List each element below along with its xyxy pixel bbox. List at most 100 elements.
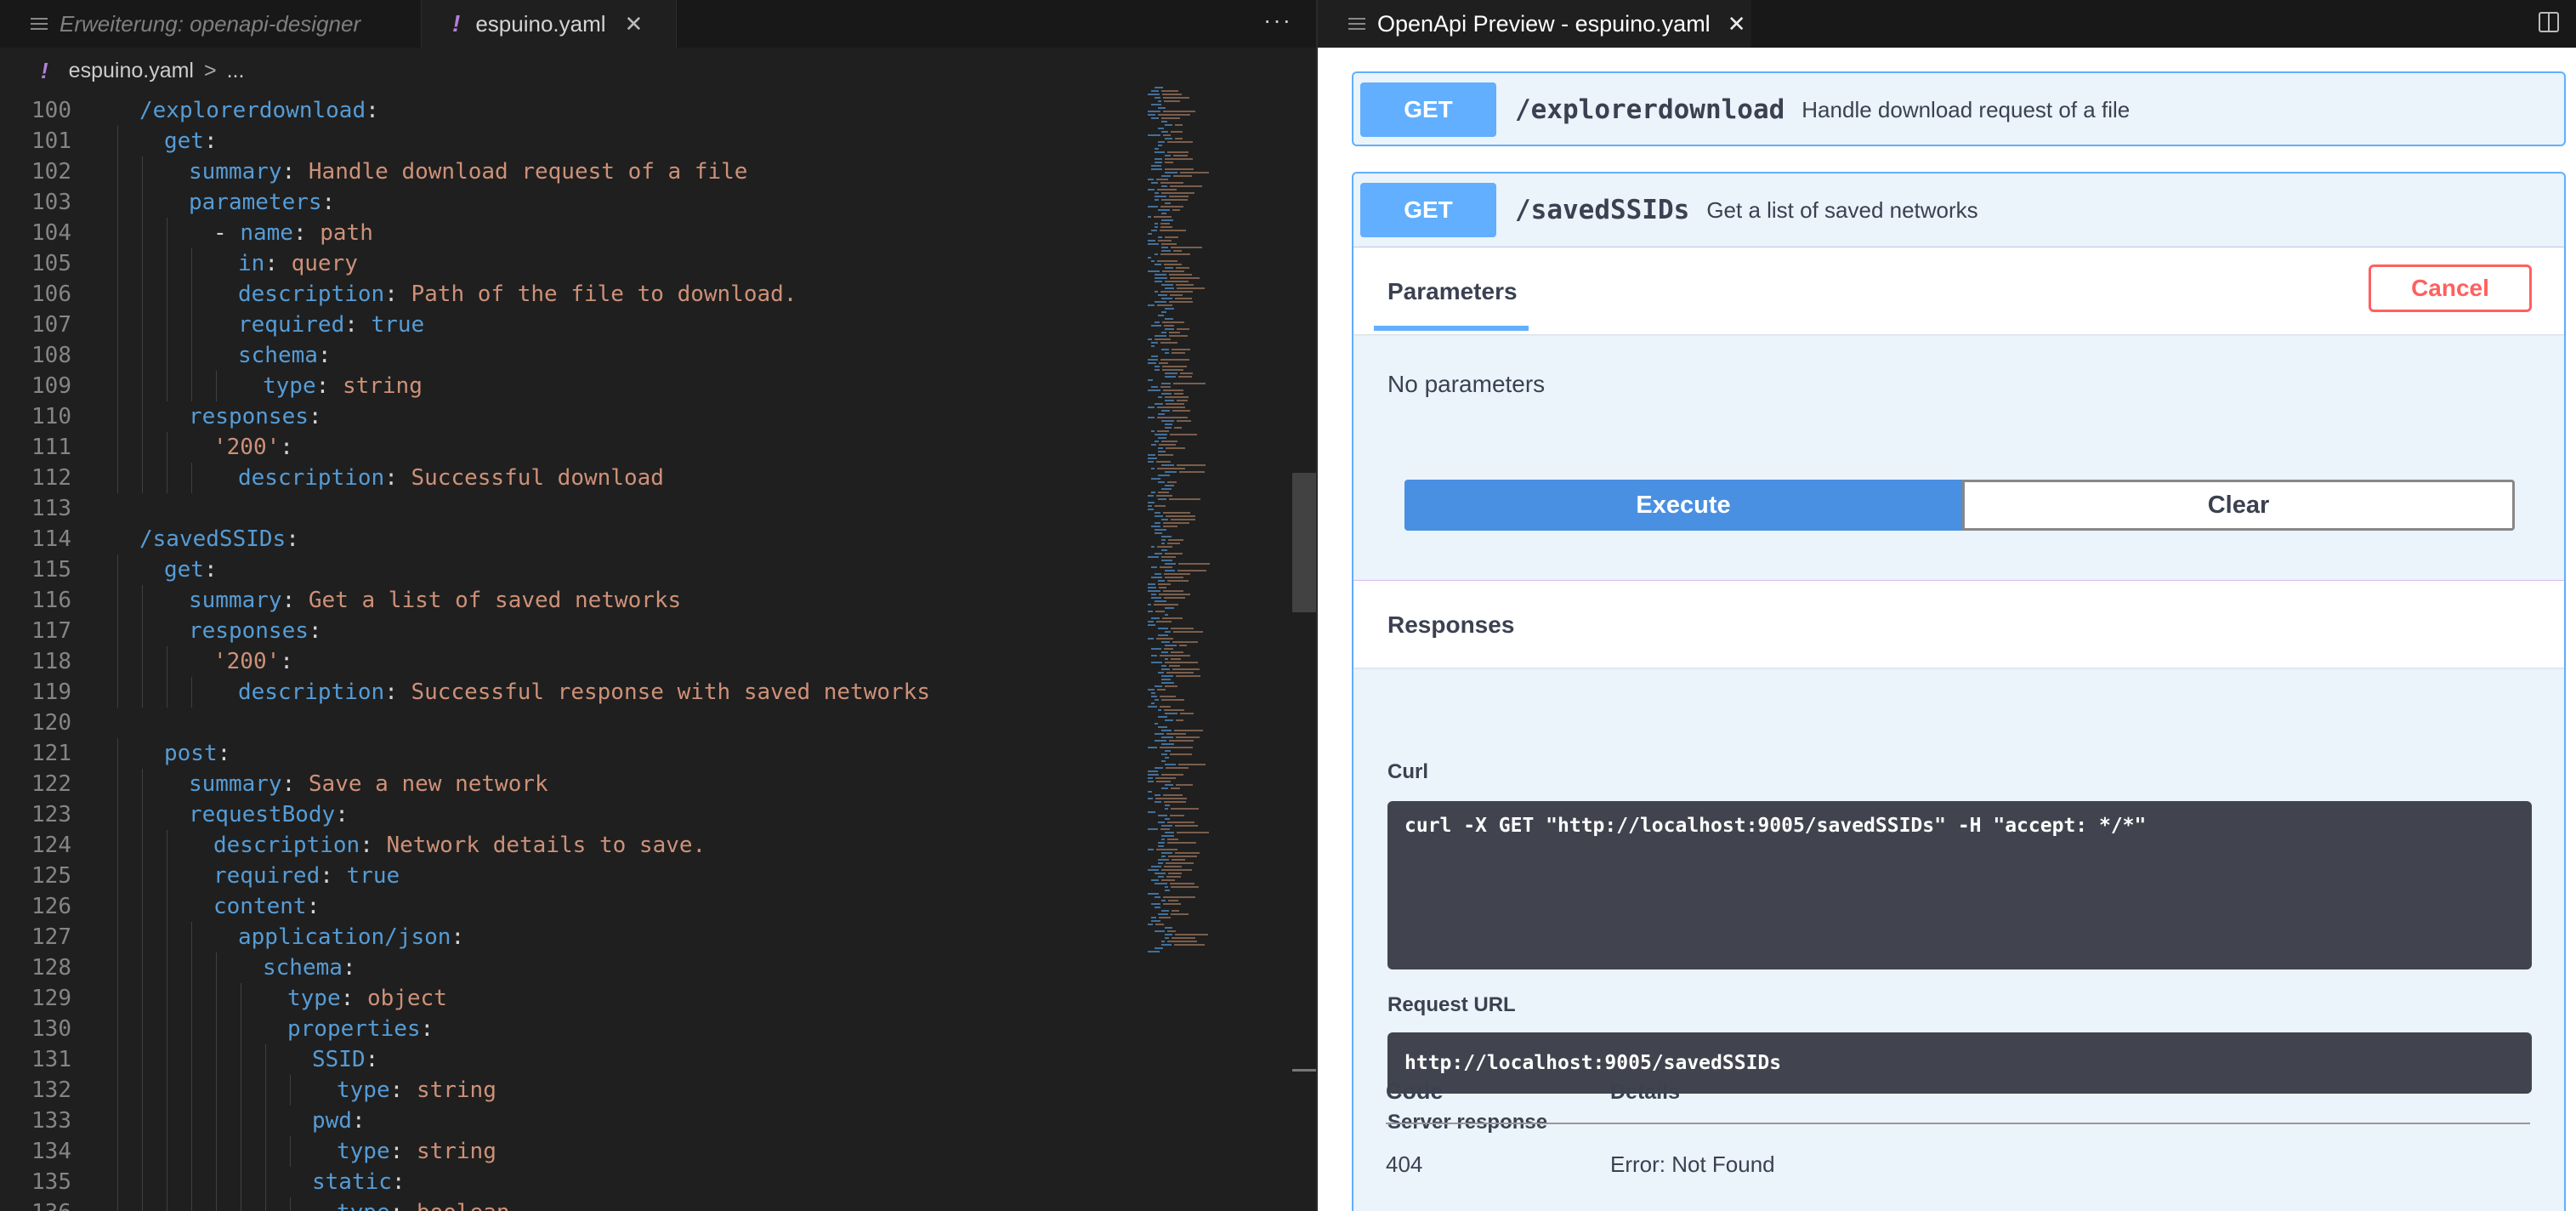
indent-guide <box>142 646 143 677</box>
indent-guide <box>265 1075 266 1106</box>
line-number: 134 <box>31 1139 71 1164</box>
breadcrumb-symbol[interactable]: ... <box>227 59 245 83</box>
request-url-label: Request URL <box>1387 993 1516 1016</box>
code-text: SSID: <box>312 1047 379 1072</box>
indent-guide <box>290 1197 291 1211</box>
code-text: application/json: <box>238 924 465 950</box>
code-text: summary: Save a new network <box>189 771 548 797</box>
indent-guide <box>191 1167 192 1197</box>
indent-guide <box>142 952 143 983</box>
code-text: schema: <box>238 343 332 368</box>
indent-guide <box>191 371 192 401</box>
indent-guide <box>142 463 143 493</box>
close-icon[interactable]: ✕ <box>625 11 644 37</box>
indent-guide <box>142 1197 143 1211</box>
line-number: 102 <box>31 159 71 185</box>
code-text: type: boolean <box>337 1197 510 1211</box>
split-editor-icon[interactable] <box>2539 12 2559 32</box>
operation-summary[interactable]: GET /explorerdownload Handle download re… <box>1353 73 2564 146</box>
indent-guide <box>142 1136 143 1167</box>
tab-parameters[interactable]: Parameters <box>1387 278 1518 305</box>
indent-guide <box>117 1136 118 1167</box>
indent-guide <box>117 861 118 891</box>
line-number: 127 <box>31 924 71 950</box>
tab-extension-openapi-designer[interactable]: Erweiterung: openapi-designer <box>0 0 422 48</box>
code-text: description: Network details to save. <box>213 833 706 858</box>
line-number: 130 <box>31 1016 71 1042</box>
close-icon[interactable]: ✕ <box>1728 11 1746 37</box>
code-text: /savedSSIDs: <box>139 526 299 552</box>
indent-guide <box>142 891 143 922</box>
indent-guide <box>117 1044 118 1075</box>
breadcrumb-file[interactable]: espuino.yaml <box>69 59 194 83</box>
indent-guide <box>142 769 143 799</box>
indent-guide <box>117 340 118 371</box>
chevron-right-icon: > <box>203 58 217 82</box>
indent-guide <box>191 463 192 493</box>
responses-header: Responses <box>1353 580 2564 668</box>
clear-button[interactable]: Clear <box>1962 480 2515 531</box>
line-number: 123 <box>31 802 71 827</box>
line-number: 105 <box>31 251 71 276</box>
indent-guide <box>142 279 143 310</box>
indent-guide <box>191 248 192 279</box>
indent-guide <box>216 983 217 1014</box>
indent-guide <box>117 830 118 861</box>
indent-guide <box>290 1136 291 1167</box>
code-text: responses: <box>189 618 322 644</box>
operation-summary[interactable]: GET /savedSSIDs Get a list of saved netw… <box>1353 173 2564 247</box>
line-number: 109 <box>31 373 71 399</box>
line-number: 124 <box>31 833 71 858</box>
code-text: type: string <box>337 1077 496 1103</box>
code-text: description: Path of the file to downloa… <box>238 281 797 307</box>
server-response-label: Server response <box>1387 1111 1548 1134</box>
indent-guide <box>117 126 118 156</box>
code-text: required: true <box>238 312 425 338</box>
code-text: '200': <box>213 435 293 460</box>
indent-guide <box>117 432 118 463</box>
code-editor[interactable]: 100/explorerdownload: 101 get: 102 summary: … <box>0 94 1275 1211</box>
minimap[interactable] <box>1139 87 1258 963</box>
line-number: 118 <box>31 649 71 674</box>
code-text: properties: <box>287 1016 434 1042</box>
code-text: parameters: <box>189 190 336 215</box>
request-url-block[interactable]: http://localhost:9005/savedSSIDs <box>1387 1032 2532 1094</box>
operation-explorerdownload[interactable]: GET /explorerdownload Handle download re… <box>1352 71 2566 146</box>
line-number: 107 <box>31 312 71 338</box>
indent-guide <box>191 677 192 708</box>
more-actions-icon[interactable]: ··· <box>1263 7 1292 34</box>
curl-code-block[interactable]: curl -X GET "http://localhost:9005/saved… <box>1387 801 2532 969</box>
line-number: 120 <box>31 710 71 736</box>
code-text: static: <box>312 1169 406 1195</box>
line-number: 103 <box>31 190 71 215</box>
indent-guide <box>216 1197 217 1211</box>
line-number: 121 <box>31 741 71 766</box>
indent-guide <box>117 310 118 340</box>
indent-guide <box>191 279 192 310</box>
tab-openapi-preview[interactable]: OpenApi Preview - espuino.yaml ✕ <box>1318 0 1751 48</box>
indent-guide <box>142 218 143 248</box>
breadcrumb: ! espuino.yaml > ... <box>0 48 1316 94</box>
execute-wrapper: Execute Clear <box>1404 480 2515 531</box>
indent-guide <box>142 799 143 830</box>
scrollbar-thumb[interactable] <box>1292 473 1316 612</box>
method-badge: GET <box>1360 82 1496 137</box>
editor-pane: Erweiterung: openapi-designer ! espuino.… <box>0 0 1316 1211</box>
yaml-file-icon: ! <box>41 57 48 83</box>
code-text: description: Successful download <box>238 465 664 491</box>
indent-guide <box>117 463 118 493</box>
cancel-button[interactable]: Cancel <box>2369 264 2532 312</box>
indent-guide <box>117 248 118 279</box>
line-number: 117 <box>31 618 71 644</box>
indent-guide <box>117 738 118 769</box>
indent-guide <box>117 616 118 646</box>
indent-guide <box>142 1044 143 1075</box>
line-number: 132 <box>31 1077 71 1103</box>
tab-espuino-yaml[interactable]: ! espuino.yaml ✕ <box>422 0 677 48</box>
line-number: 135 <box>31 1169 71 1195</box>
indent-guide <box>142 248 143 279</box>
execute-button[interactable]: Execute <box>1404 480 1962 531</box>
indent-guide <box>191 1075 192 1106</box>
indent-guide <box>191 1014 192 1044</box>
indent-guide <box>117 1106 118 1136</box>
